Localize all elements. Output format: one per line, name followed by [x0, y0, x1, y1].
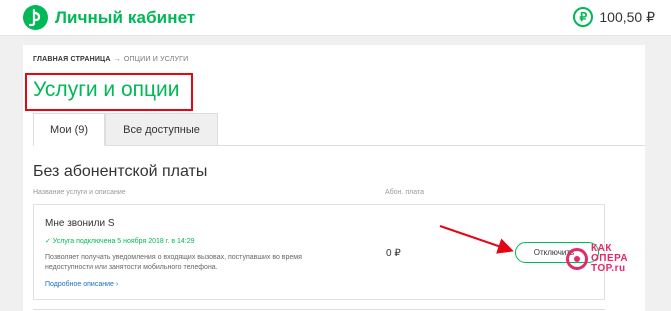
top-bar: Личный кабинет ₽ 100,50 ₽	[0, 0, 671, 36]
column-header-fee: Абон. плата	[385, 189, 424, 196]
ruble-icon: ₽	[573, 7, 594, 27]
tab-bar: Мои (9) Все доступные	[33, 113, 645, 146]
service-price: 0 ₽	[386, 248, 401, 259]
page-title: Услуги и опции	[33, 78, 180, 101]
balance[interactable]: ₽ 100,50 ₽	[573, 7, 655, 27]
watermark-logo: КАК ОПЕРА ТОР.ru	[566, 244, 636, 284]
breadcrumb-home[interactable]: ГЛАВНАЯ СТРАНИЦА	[33, 56, 111, 63]
balance-amount: 100,50 ₽	[599, 8, 655, 25]
tab-my-services[interactable]: Мои (9)	[33, 113, 105, 146]
service-status: ✓ Услуга подключена 5 ноября 2018 г. в 1…	[45, 238, 195, 245]
tab-all-available[interactable]: Все доступные	[105, 113, 218, 146]
section-title: Без абонентской платы	[33, 163, 208, 180]
service-details-link[interactable]: Подробное описание ›	[45, 281, 118, 288]
watermark-text: КАК ОПЕРА ТОР.ru	[591, 243, 629, 274]
watermark-icon	[566, 248, 588, 270]
operator-logo-icon[interactable]	[23, 5, 48, 30]
service-name: Мне звонили S	[45, 218, 115, 229]
service-row: Мне звонили S ✓ Услуга подключена 5 нояб…	[33, 204, 605, 300]
breadcrumb: ГЛАВНАЯ СТРАНИЦА → ОПЦИИ И УСЛУГИ	[33, 56, 188, 63]
service-description-line: недоступности или занятости мобильного т…	[45, 264, 218, 271]
breadcrumb-current: ОПЦИИ И УСЛУГИ	[123, 56, 189, 63]
service-description: Позволяет получать уведомления о входящи…	[45, 253, 345, 273]
services-card: ГЛАВНАЯ СТРАНИЦА → ОПЦИИ И УСЛУГИ Услуги и…	[23, 45, 645, 311]
service-description-line: Позволяет получать уведомления о входящи…	[45, 254, 302, 261]
divider	[33, 309, 605, 310]
app-title[interactable]: Личный кабинет	[55, 8, 195, 28]
breadcrumb-separator: →	[113, 56, 121, 63]
column-header-name: Название услуги и описание	[33, 189, 126, 196]
